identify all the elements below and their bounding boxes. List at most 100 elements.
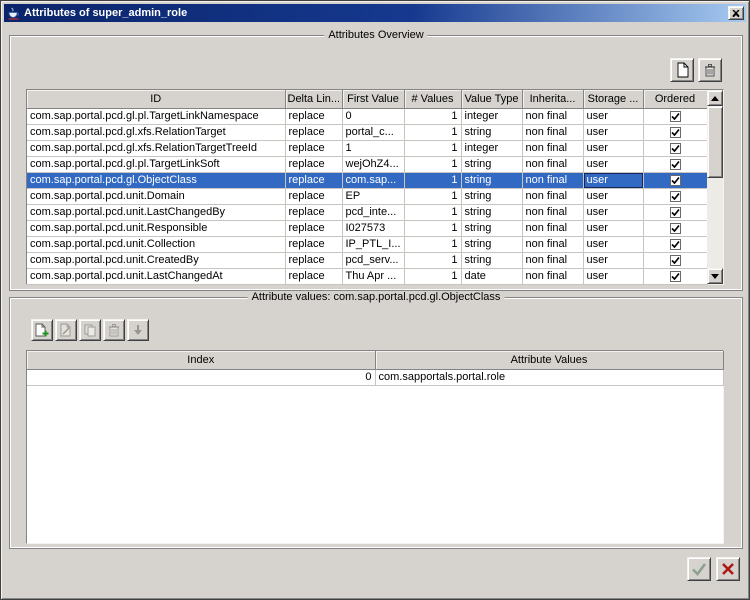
attribute-row[interactable]: com.sap.portal.pcd.gl.xfs.RelationTarget… (27, 124, 707, 140)
cell-storage: user (583, 188, 643, 204)
attribute-values-title: Attribute values: com.sap.portal.pcd.gl.… (248, 291, 505, 303)
cell-storage: user (583, 124, 643, 140)
cell-ordered (643, 236, 707, 252)
cell-storage: user (583, 220, 643, 236)
java-icon (6, 6, 20, 20)
cell-ordered (643, 108, 707, 124)
close-button[interactable] (728, 6, 744, 20)
delete-attribute-button[interactable] (698, 58, 722, 82)
attribute-row[interactable]: com.sap.portal.pcd.gl.pl.TargetLinkNames… (27, 108, 707, 124)
cell-first_value: com.sap... (342, 172, 404, 188)
vertical-scrollbar[interactable] (707, 90, 723, 284)
attribute-row[interactable]: com.sap.portal.pcd.unit.Responsiblerepla… (27, 220, 707, 236)
close-icon (732, 10, 740, 17)
ordered-checkbox[interactable] (670, 255, 681, 266)
cell-storage: user (583, 156, 643, 172)
attributes-column-header-4[interactable]: Value Type (461, 90, 522, 108)
attributes-column-header-6[interactable]: Storage ... (583, 90, 643, 108)
cell-delta: replace (285, 172, 342, 188)
values-table-body: 0com.sapportals.portal.role (27, 369, 723, 385)
edit-value-button[interactable] (55, 319, 77, 341)
add-value-button[interactable] (31, 319, 53, 341)
attributes-column-header-3[interactable]: # Values (404, 90, 461, 108)
cell-delta: replace (285, 156, 342, 172)
cell-first_value: 0 (342, 108, 404, 124)
cell-storage: user (583, 252, 643, 268)
cell-delta: replace (285, 204, 342, 220)
add-document-icon (34, 323, 50, 338)
ordered-checkbox[interactable] (670, 239, 681, 250)
cell-inheritance: non final (522, 124, 583, 140)
checkmark-icon (691, 562, 707, 576)
cell-ordered (643, 172, 707, 188)
cell-value_type: string (461, 124, 522, 140)
cell-value_type: string (461, 220, 522, 236)
new-attribute-button[interactable] (670, 58, 694, 82)
attributes-table-body: com.sap.portal.pcd.gl.pl.TargetLinkNames… (27, 108, 707, 284)
scroll-down-button[interactable] (707, 268, 723, 284)
cell-ordered (643, 188, 707, 204)
values-grid: IndexAttribute Values 0com.sapportals.po… (27, 351, 724, 386)
cell-inheritance: non final (522, 156, 583, 172)
attributes-column-header-2[interactable]: First Value (342, 90, 404, 108)
dialog-window: Attributes of super_admin_role Attribute… (0, 0, 750, 600)
cell-inheritance: non final (522, 204, 583, 220)
ordered-checkbox[interactable] (670, 159, 681, 170)
cell-delta: replace (285, 252, 342, 268)
cell-id: com.sap.portal.pcd.unit.LastChangedAt (27, 268, 285, 284)
value-row[interactable]: 0com.sapportals.portal.role (27, 369, 723, 385)
attributes-column-header-7[interactable]: Ordered (643, 90, 707, 108)
attributes-grid: IDDelta Lin...First Value# ValuesValue T… (27, 90, 708, 285)
ordered-checkbox[interactable] (670, 191, 681, 202)
cell-id: com.sap.portal.pcd.gl.pl.TargetLinkNames… (27, 108, 285, 124)
values-column-header-1[interactable]: Attribute Values (375, 351, 723, 369)
cell-inheritance: non final (522, 220, 583, 236)
move-down-button[interactable] (127, 319, 149, 341)
cell-inheritance: non final (522, 172, 583, 188)
copy-document-icon (83, 323, 98, 338)
cell-storage: user (583, 204, 643, 220)
trash-disabled-icon (107, 323, 121, 338)
cell-ordered (643, 204, 707, 220)
scrollbar-thumb[interactable] (707, 106, 723, 178)
ordered-checkbox[interactable] (670, 143, 681, 154)
attribute-row[interactable]: com.sap.portal.pcd.gl.xfs.RelationTarget… (27, 140, 707, 156)
cell-storage: user (583, 268, 643, 284)
attribute-row[interactable]: com.sap.portal.pcd.unit.LastChangedByrep… (27, 204, 707, 220)
cell-attribute-value: com.sapportals.portal.role (375, 369, 723, 385)
attribute-row[interactable]: com.sap.portal.pcd.gl.ObjectClassreplace… (27, 172, 707, 188)
confirm-button[interactable] (687, 557, 711, 581)
attributes-column-header-0[interactable]: ID (27, 90, 285, 108)
attribute-row[interactable]: com.sap.portal.pcd.gl.pl.TargetLinkSoftr… (27, 156, 707, 172)
ordered-checkbox[interactable] (670, 207, 681, 218)
cell-num_values: 1 (404, 220, 461, 236)
attribute-row[interactable]: com.sap.portal.pcd.unit.LastChangedAtrep… (27, 268, 707, 284)
attributes-column-header-1[interactable]: Delta Lin... (285, 90, 342, 108)
cell-num_values: 1 (404, 268, 461, 284)
cancel-x-icon (721, 562, 735, 576)
attribute-row[interactable]: com.sap.portal.pcd.unit.DomainreplaceEP1… (27, 188, 707, 204)
attribute-row[interactable]: com.sap.portal.pcd.unit.Collectionreplac… (27, 236, 707, 252)
delete-value-button[interactable] (103, 319, 125, 341)
values-column-header-0[interactable]: Index (27, 351, 375, 369)
cell-value_type: string (461, 172, 522, 188)
ordered-checkbox[interactable] (670, 111, 681, 122)
cell-storage: user (583, 140, 643, 156)
cell-storage: user (583, 108, 643, 124)
attributes-column-header-5[interactable]: Inherita... (522, 90, 583, 108)
ordered-checkbox[interactable] (670, 223, 681, 234)
ordered-checkbox[interactable] (670, 271, 681, 282)
cell-delta: replace (285, 140, 342, 156)
copy-value-button[interactable] (79, 319, 101, 341)
arrow-down-icon (711, 274, 719, 279)
ordered-checkbox[interactable] (670, 175, 681, 186)
scroll-up-button[interactable] (707, 90, 723, 106)
cancel-button[interactable] (716, 557, 740, 581)
cell-first_value: I027573 (342, 220, 404, 236)
ordered-checkbox[interactable] (670, 127, 681, 138)
cell-id: com.sap.portal.pcd.gl.xfs.RelationTarget… (27, 140, 285, 156)
attribute-row[interactable]: com.sap.portal.pcd.unit.CreatedByreplace… (27, 252, 707, 268)
cell-delta: replace (285, 268, 342, 284)
cell-delta: replace (285, 188, 342, 204)
title-bar[interactable]: Attributes of super_admin_role (4, 4, 746, 22)
